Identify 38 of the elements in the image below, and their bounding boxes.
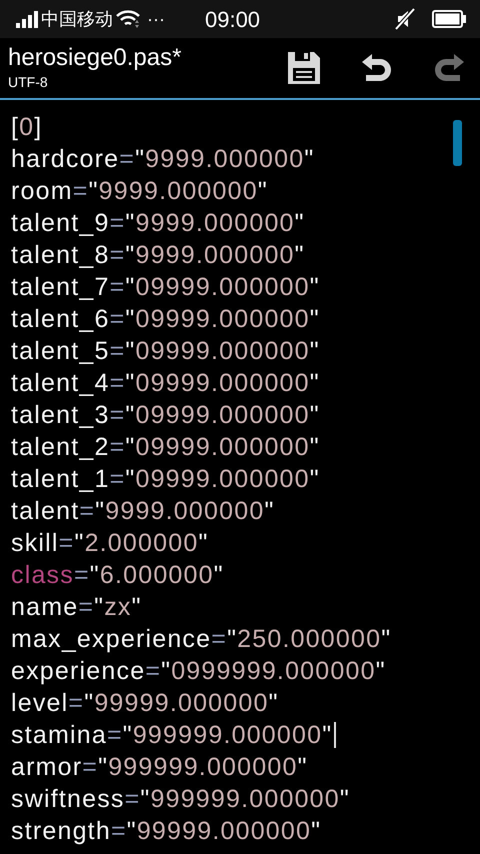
status-more: ···: [147, 8, 165, 30]
undo-button[interactable]: [360, 53, 394, 83]
scrollbar-thumb[interactable]: [453, 120, 462, 166]
code-line: armor="999999.000000": [11, 752, 308, 783]
code-line: skill="2.000000": [11, 528, 209, 559]
code-line: room="9999.000000": [11, 176, 268, 207]
code-line: talent_2="09999.000000": [11, 432, 320, 463]
mute-icon: [394, 8, 416, 30]
code-line: talent_6="09999.000000": [11, 304, 320, 335]
code-line: talent_4="09999.000000": [11, 368, 320, 399]
code-line: name="zx": [11, 592, 142, 623]
code-line: talent_1="09999.000000": [11, 464, 320, 495]
code-line: strength="99999.000000": [11, 816, 322, 847]
signal-icon: [14, 10, 40, 28]
undo-icon: [360, 53, 394, 83]
file-name: herosiege0.pas*: [8, 45, 182, 71]
code-line: talent_9="9999.000000": [11, 208, 305, 239]
code-line: talent_5="09999.000000": [11, 336, 320, 367]
code-line: class="6.000000": [11, 560, 224, 591]
code-line: talent_7="09999.000000": [11, 272, 320, 303]
save-button[interactable]: [286, 50, 322, 86]
save-icon: [286, 50, 322, 86]
redo-icon: [432, 53, 466, 83]
code-line: stamina="999999.000000": [11, 720, 332, 751]
code-line: swiftness="999999.000000": [11, 784, 350, 815]
code-line: [0]: [11, 112, 42, 143]
code-line: level="99999.000000": [11, 688, 279, 719]
code-line: talent_3="09999.000000": [11, 400, 320, 431]
code-line: talent_8="9999.000000": [11, 240, 305, 271]
code-line: talent="9999.000000": [11, 496, 275, 527]
encoding-label: UTF-8: [8, 73, 49, 91]
code-line: experience="0999999.000000": [11, 656, 386, 687]
code-line: hardcore="9999.000000": [11, 144, 314, 175]
code-line: max_experience="250.000000": [11, 624, 392, 655]
battery-icon: [432, 10, 466, 28]
clock: 09:00: [204, 6, 260, 34]
carrier-name: 中国移动: [41, 8, 113, 30]
wifi-icon: [115, 8, 141, 30]
